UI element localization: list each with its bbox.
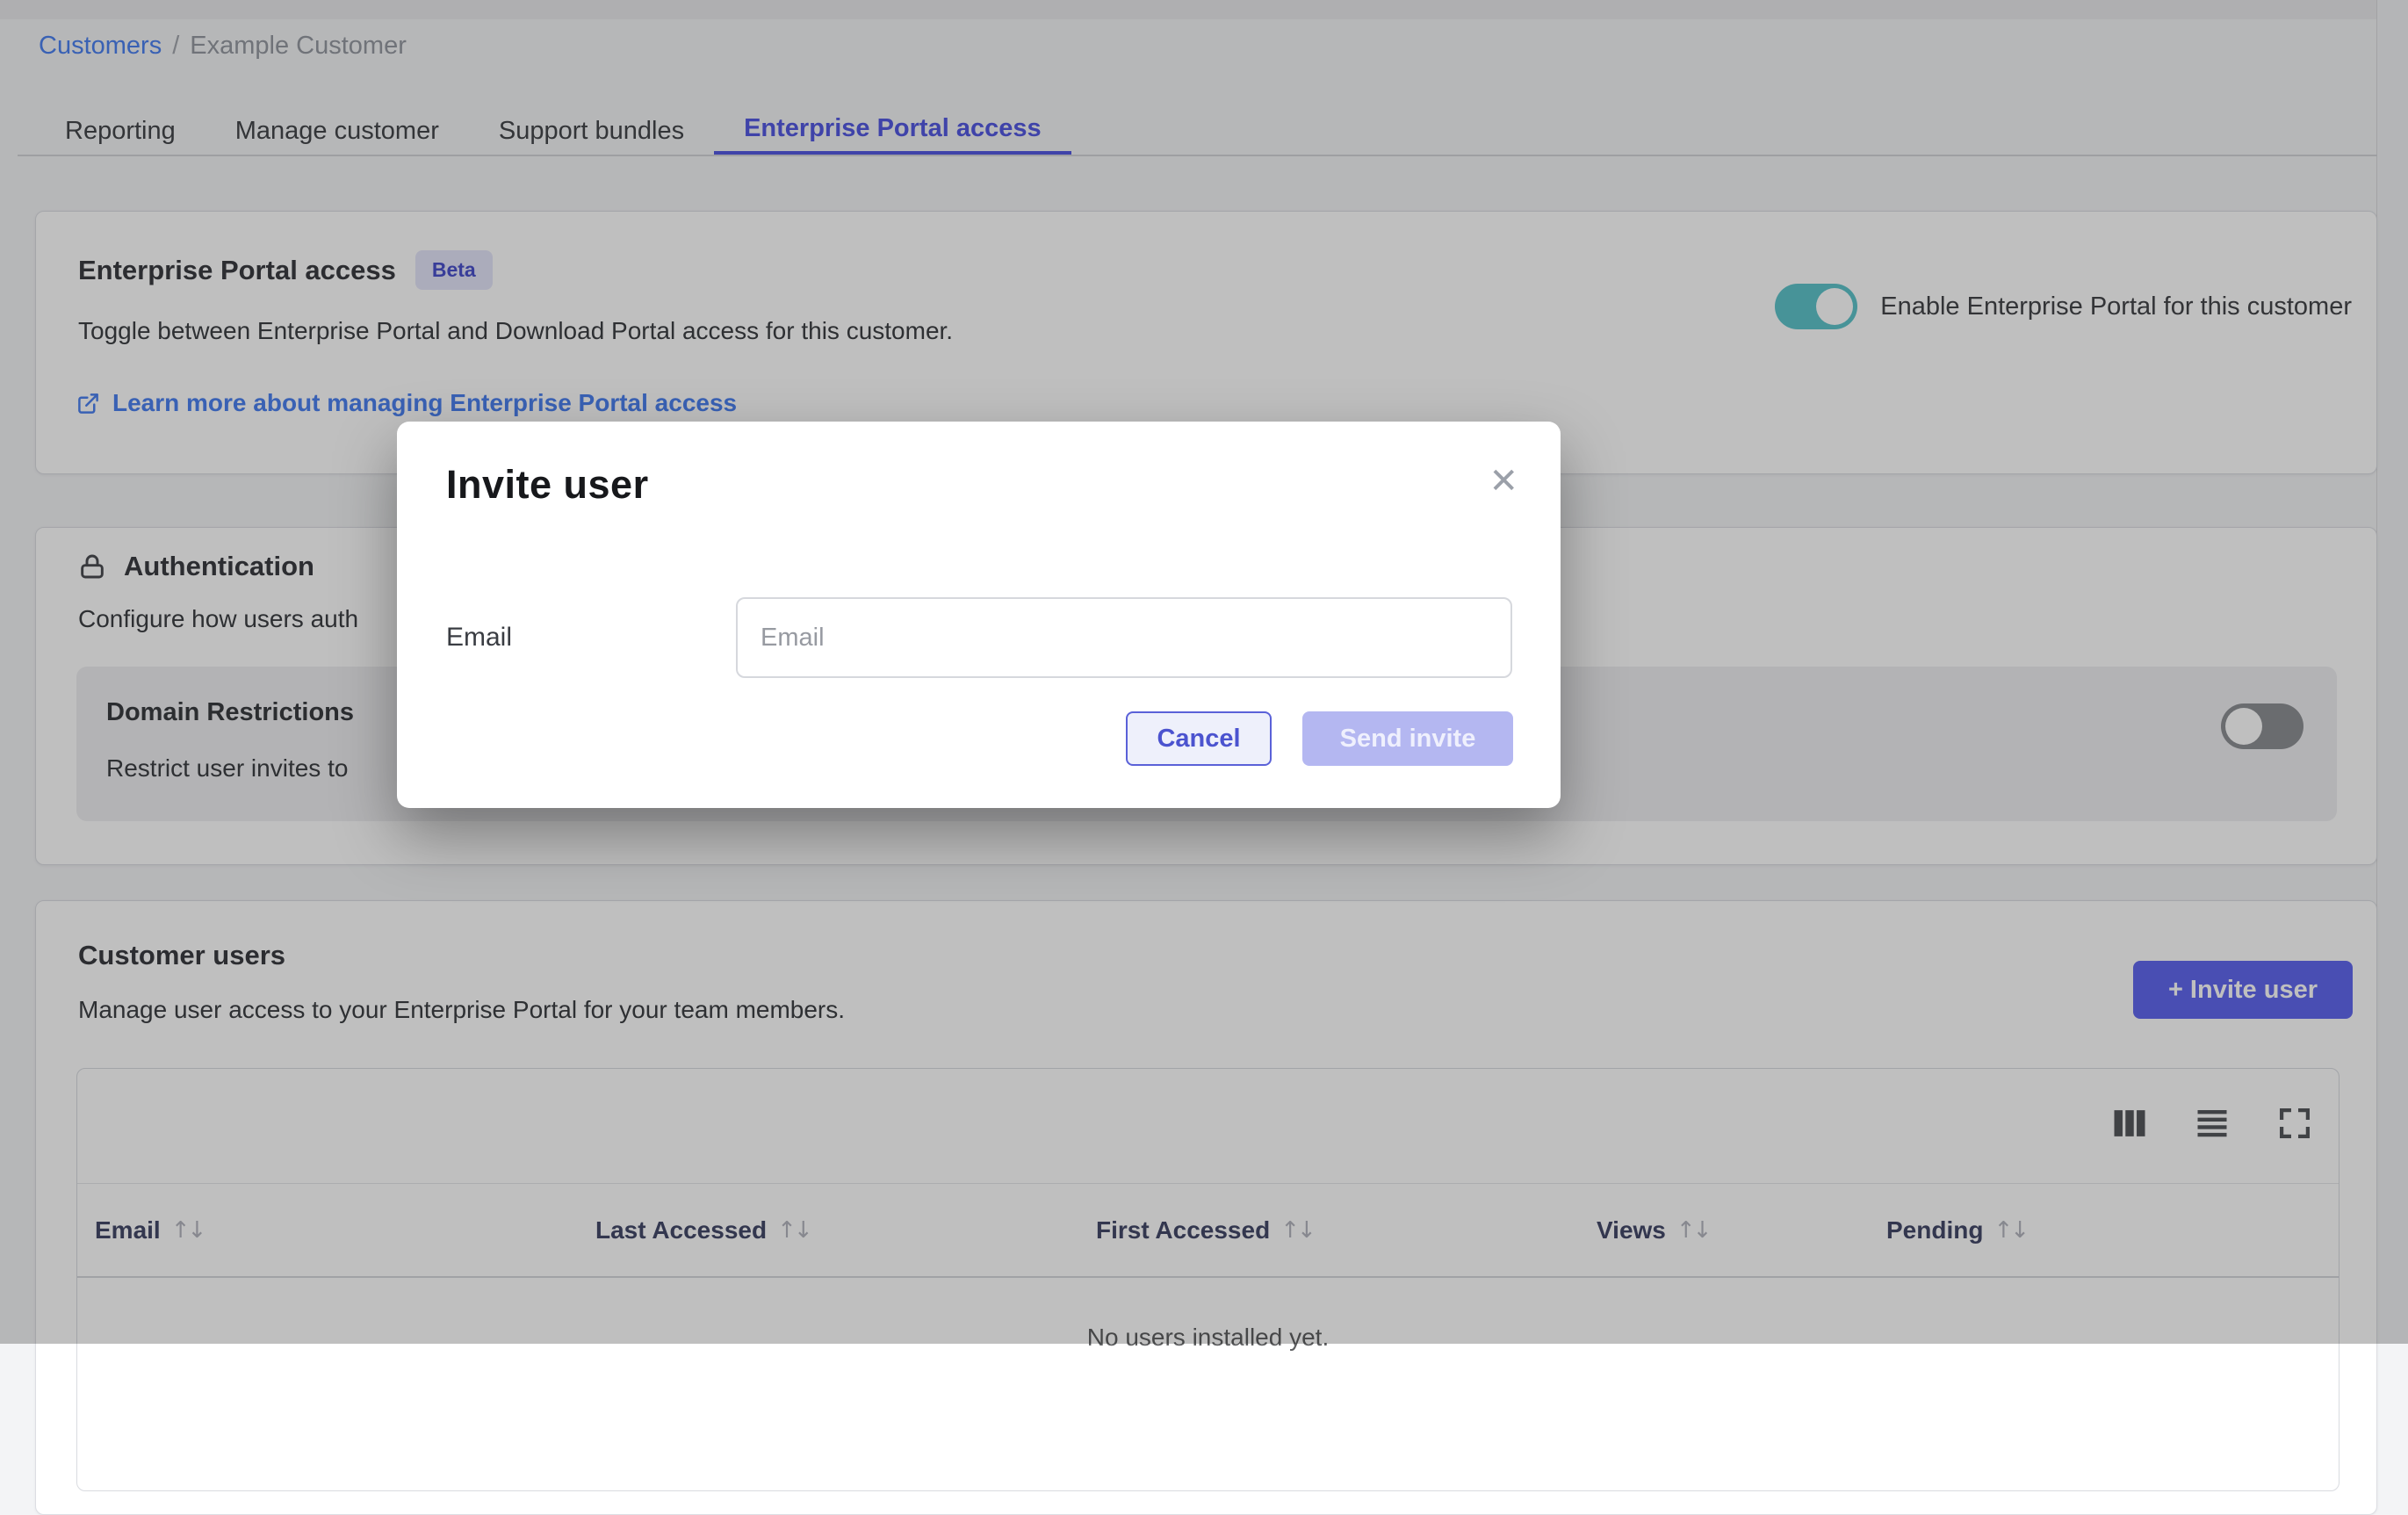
- invite-user-modal: Invite user ✕ Email Cancel Send invite: [397, 422, 1561, 808]
- send-invite-button[interactable]: Send invite: [1302, 711, 1513, 766]
- email-label: Email: [446, 597, 512, 678]
- cancel-button[interactable]: Cancel: [1126, 711, 1272, 766]
- close-icon[interactable]: ✕: [1485, 460, 1522, 502]
- modal-title: Invite user: [446, 460, 649, 509]
- email-field[interactable]: [736, 597, 1512, 678]
